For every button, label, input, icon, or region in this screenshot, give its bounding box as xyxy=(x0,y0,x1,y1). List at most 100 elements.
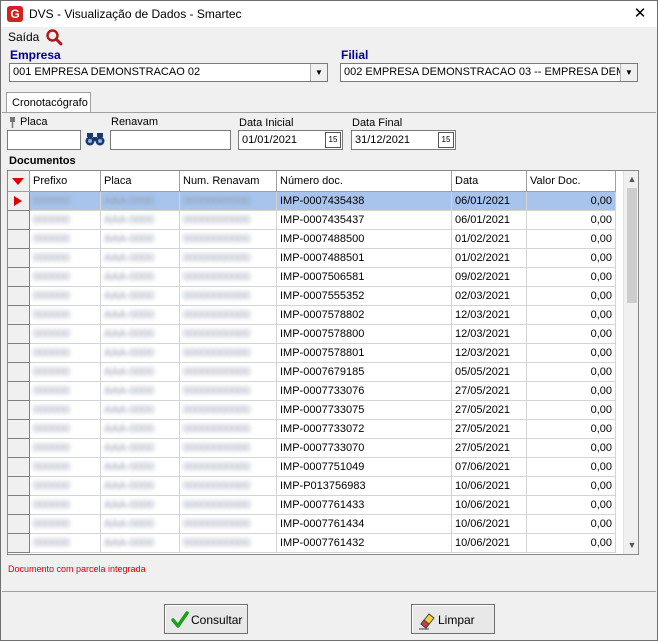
cell-prefixo: 000000 xyxy=(30,287,101,306)
cell-placa-text: AAA-0000 xyxy=(104,518,155,530)
row-indicator[interactable] xyxy=(8,439,30,458)
cell-placa: AAA-0000 xyxy=(101,363,180,382)
cell-renavam-text: 00000000000 xyxy=(183,499,251,511)
cell-renavam-text: 00000000000 xyxy=(183,271,251,283)
menu-item-saida[interactable]: Saída xyxy=(8,30,39,44)
row-indicator[interactable] xyxy=(8,382,30,401)
scroll-thumb[interactable] xyxy=(627,188,637,303)
vertical-scrollbar[interactable]: ▲ ▼ xyxy=(623,171,638,554)
cell-data-text: 10/06/2021 xyxy=(455,518,511,530)
column-header-renavam[interactable]: Num. Renavam xyxy=(180,171,277,192)
empresa-select[interactable]: 001 EMPRESA DEMONSTRACAO 02 ▼ xyxy=(9,63,328,82)
table-row[interactable]: 000000 AAA-0000 00000000000 IMP-0007761434 1… xyxy=(8,515,623,534)
column-header-data[interactable]: Data xyxy=(452,171,527,192)
row-indicator[interactable] xyxy=(8,496,30,515)
cell-prefixo-text: 000000 xyxy=(33,271,70,283)
cell-placa-text: AAA-0000 xyxy=(104,480,155,492)
cell-prefixo-text: 000000 xyxy=(33,385,70,397)
consultar-button[interactable]: Consultar xyxy=(164,604,248,634)
close-icon[interactable]: ✕ xyxy=(623,1,657,27)
table-row[interactable]: 000000 AAA-0000 00000000000 IMP-0007733072 2… xyxy=(8,420,623,439)
table-row[interactable]: 000000 AAA-0000 00000000000 IMP-0007751049 0… xyxy=(8,458,623,477)
cell-data-text: 05/05/2021 xyxy=(455,366,511,378)
row-indicator[interactable] xyxy=(8,534,30,553)
row-indicator[interactable] xyxy=(8,230,30,249)
binoculars-icon[interactable] xyxy=(85,130,105,148)
table-row[interactable]: 000000 AAA-0000 00000000000 IMP-0007761432 1… xyxy=(8,534,623,553)
cell-valor-doc-text: 0,00 xyxy=(590,309,612,321)
cell-valor-doc: 0,00 xyxy=(527,230,616,249)
row-indicator[interactable] xyxy=(8,344,30,363)
cell-prefixo-text: 000000 xyxy=(33,366,70,378)
placa-input[interactable] xyxy=(7,130,81,150)
cell-valor-doc-text: 0,00 xyxy=(590,423,612,435)
calendar-icon[interactable]: 15 xyxy=(325,132,341,148)
table-row[interactable]: 000000 AAA-0000 00000000000 IMP-0007435437 0… xyxy=(8,211,623,230)
table-row[interactable]: 000000 AAA-0000 00000000000 IMP-0007435438 0… xyxy=(8,192,623,211)
column-header-numero-doc[interactable]: Número doc. xyxy=(277,171,452,192)
column-header-valor-doc[interactable]: Valor Doc. xyxy=(527,171,616,192)
cell-prefixo-text: 000000 xyxy=(33,290,70,302)
cell-prefixo-text: 000000 xyxy=(33,423,70,435)
table-row[interactable]: 000000 AAA-0000 00000000000 IMP-0007733076 2… xyxy=(8,382,623,401)
tab-cronotacografo[interactable]: Cronotacógrafo xyxy=(6,92,91,113)
row-indicator[interactable] xyxy=(8,306,30,325)
table-row[interactable]: 000000 AAA-0000 00000000000 IMP-0007488500 0… xyxy=(8,230,623,249)
cell-renavam: 00000000000 xyxy=(180,496,277,515)
cell-renavam: 00000000000 xyxy=(180,344,277,363)
row-indicator[interactable] xyxy=(8,515,30,534)
row-indicator[interactable] xyxy=(8,458,30,477)
documentos-grid[interactable]: Prefixo Placa Num. Renavam Número doc. D… xyxy=(7,170,639,555)
cell-prefixo-text: 000000 xyxy=(33,309,70,321)
scroll-down-icon[interactable]: ▼ xyxy=(624,537,638,554)
chevron-down-icon[interactable]: ▼ xyxy=(620,64,637,81)
column-header-prefixo[interactable]: Prefixo xyxy=(30,171,101,192)
row-indicator[interactable] xyxy=(8,249,30,268)
cell-data-text: 12/03/2021 xyxy=(455,309,511,321)
chevron-down-icon[interactable]: ▼ xyxy=(310,64,327,81)
table-row[interactable]: 000000 AAA-0000 00000000000 IMP-0007761433 1… xyxy=(8,496,623,515)
table-row[interactable]: 000000 AAA-0000 00000000000 IMP-0007578801 1… xyxy=(8,344,623,363)
row-indicator[interactable] xyxy=(8,268,30,287)
cell-valor-doc: 0,00 xyxy=(527,401,616,420)
row-indicator[interactable] xyxy=(8,477,30,496)
row-indicator[interactable] xyxy=(8,211,30,230)
data-final-input[interactable]: 31/12/2021 15 xyxy=(351,130,456,150)
row-indicator[interactable] xyxy=(8,192,30,211)
row-indicator[interactable] xyxy=(8,325,30,344)
calendar-icon[interactable]: 15 xyxy=(438,132,454,148)
row-indicator[interactable] xyxy=(8,401,30,420)
row-indicator[interactable] xyxy=(8,420,30,439)
data-final-value: 31/12/2021 xyxy=(355,134,411,146)
table-row[interactable]: 000000 AAA-0000 00000000000 IMP-0007578802 1… xyxy=(8,306,623,325)
data-inicial-input[interactable]: 01/01/2021 15 xyxy=(238,130,343,150)
empresa-value: 001 EMPRESA DEMONSTRACAO 02 xyxy=(13,66,201,78)
cell-data: 05/05/2021 xyxy=(452,363,527,382)
table-row[interactable]: 000000 AAA-0000 00000000000 IMP-0007733075 2… xyxy=(8,401,623,420)
table-row[interactable]: 000000 AAA-0000 00000000000 IMP-0007506581 0… xyxy=(8,268,623,287)
renavam-input[interactable] xyxy=(110,130,231,150)
search-icon[interactable] xyxy=(45,28,63,46)
scroll-up-icon[interactable]: ▲ xyxy=(624,171,638,188)
table-row[interactable]: 000000 AAA-0000 00000000000 IMP-0007488501 0… xyxy=(8,249,623,268)
row-indicator[interactable] xyxy=(8,363,30,382)
cell-placa-text: AAA-0000 xyxy=(104,328,155,340)
row-indicator[interactable] xyxy=(8,287,30,306)
cell-placa-text: AAA-0000 xyxy=(104,252,155,264)
table-row[interactable]: 000000 AAA-0000 00000000000 IMP-0007578800 1… xyxy=(8,325,623,344)
table-row[interactable]: 000000 AAA-0000 00000000000 IMP-0007679185 0… xyxy=(8,363,623,382)
column-header-placa[interactable]: Placa xyxy=(101,171,180,192)
cell-valor-doc: 0,00 xyxy=(527,306,616,325)
cell-numero-doc-text: IMP-0007506581 xyxy=(280,271,365,283)
filial-select[interactable]: 002 EMPRESA DEMONSTRACAO 03 -- EMPRESA D… xyxy=(340,63,638,82)
app-logo-icon: G xyxy=(7,6,23,22)
cell-placa-text: AAA-0000 xyxy=(104,385,155,397)
table-row[interactable]: 000000 AAA-0000 00000000000 IMP-0007555352 0… xyxy=(8,287,623,306)
table-row[interactable]: 000000 AAA-0000 00000000000 IMP-0007733070 2… xyxy=(8,439,623,458)
header-indicator[interactable] xyxy=(8,171,30,192)
cell-data: 06/01/2021 xyxy=(452,211,527,230)
table-row[interactable]: 000000 AAA-0000 00000000000 IMP-P013756983 1… xyxy=(8,477,623,496)
cell-numero-doc: IMP-0007733072 xyxy=(277,420,452,439)
cell-prefixo-text: 000000 xyxy=(33,499,70,511)
limpar-button[interactable]: Limpar xyxy=(411,604,495,634)
